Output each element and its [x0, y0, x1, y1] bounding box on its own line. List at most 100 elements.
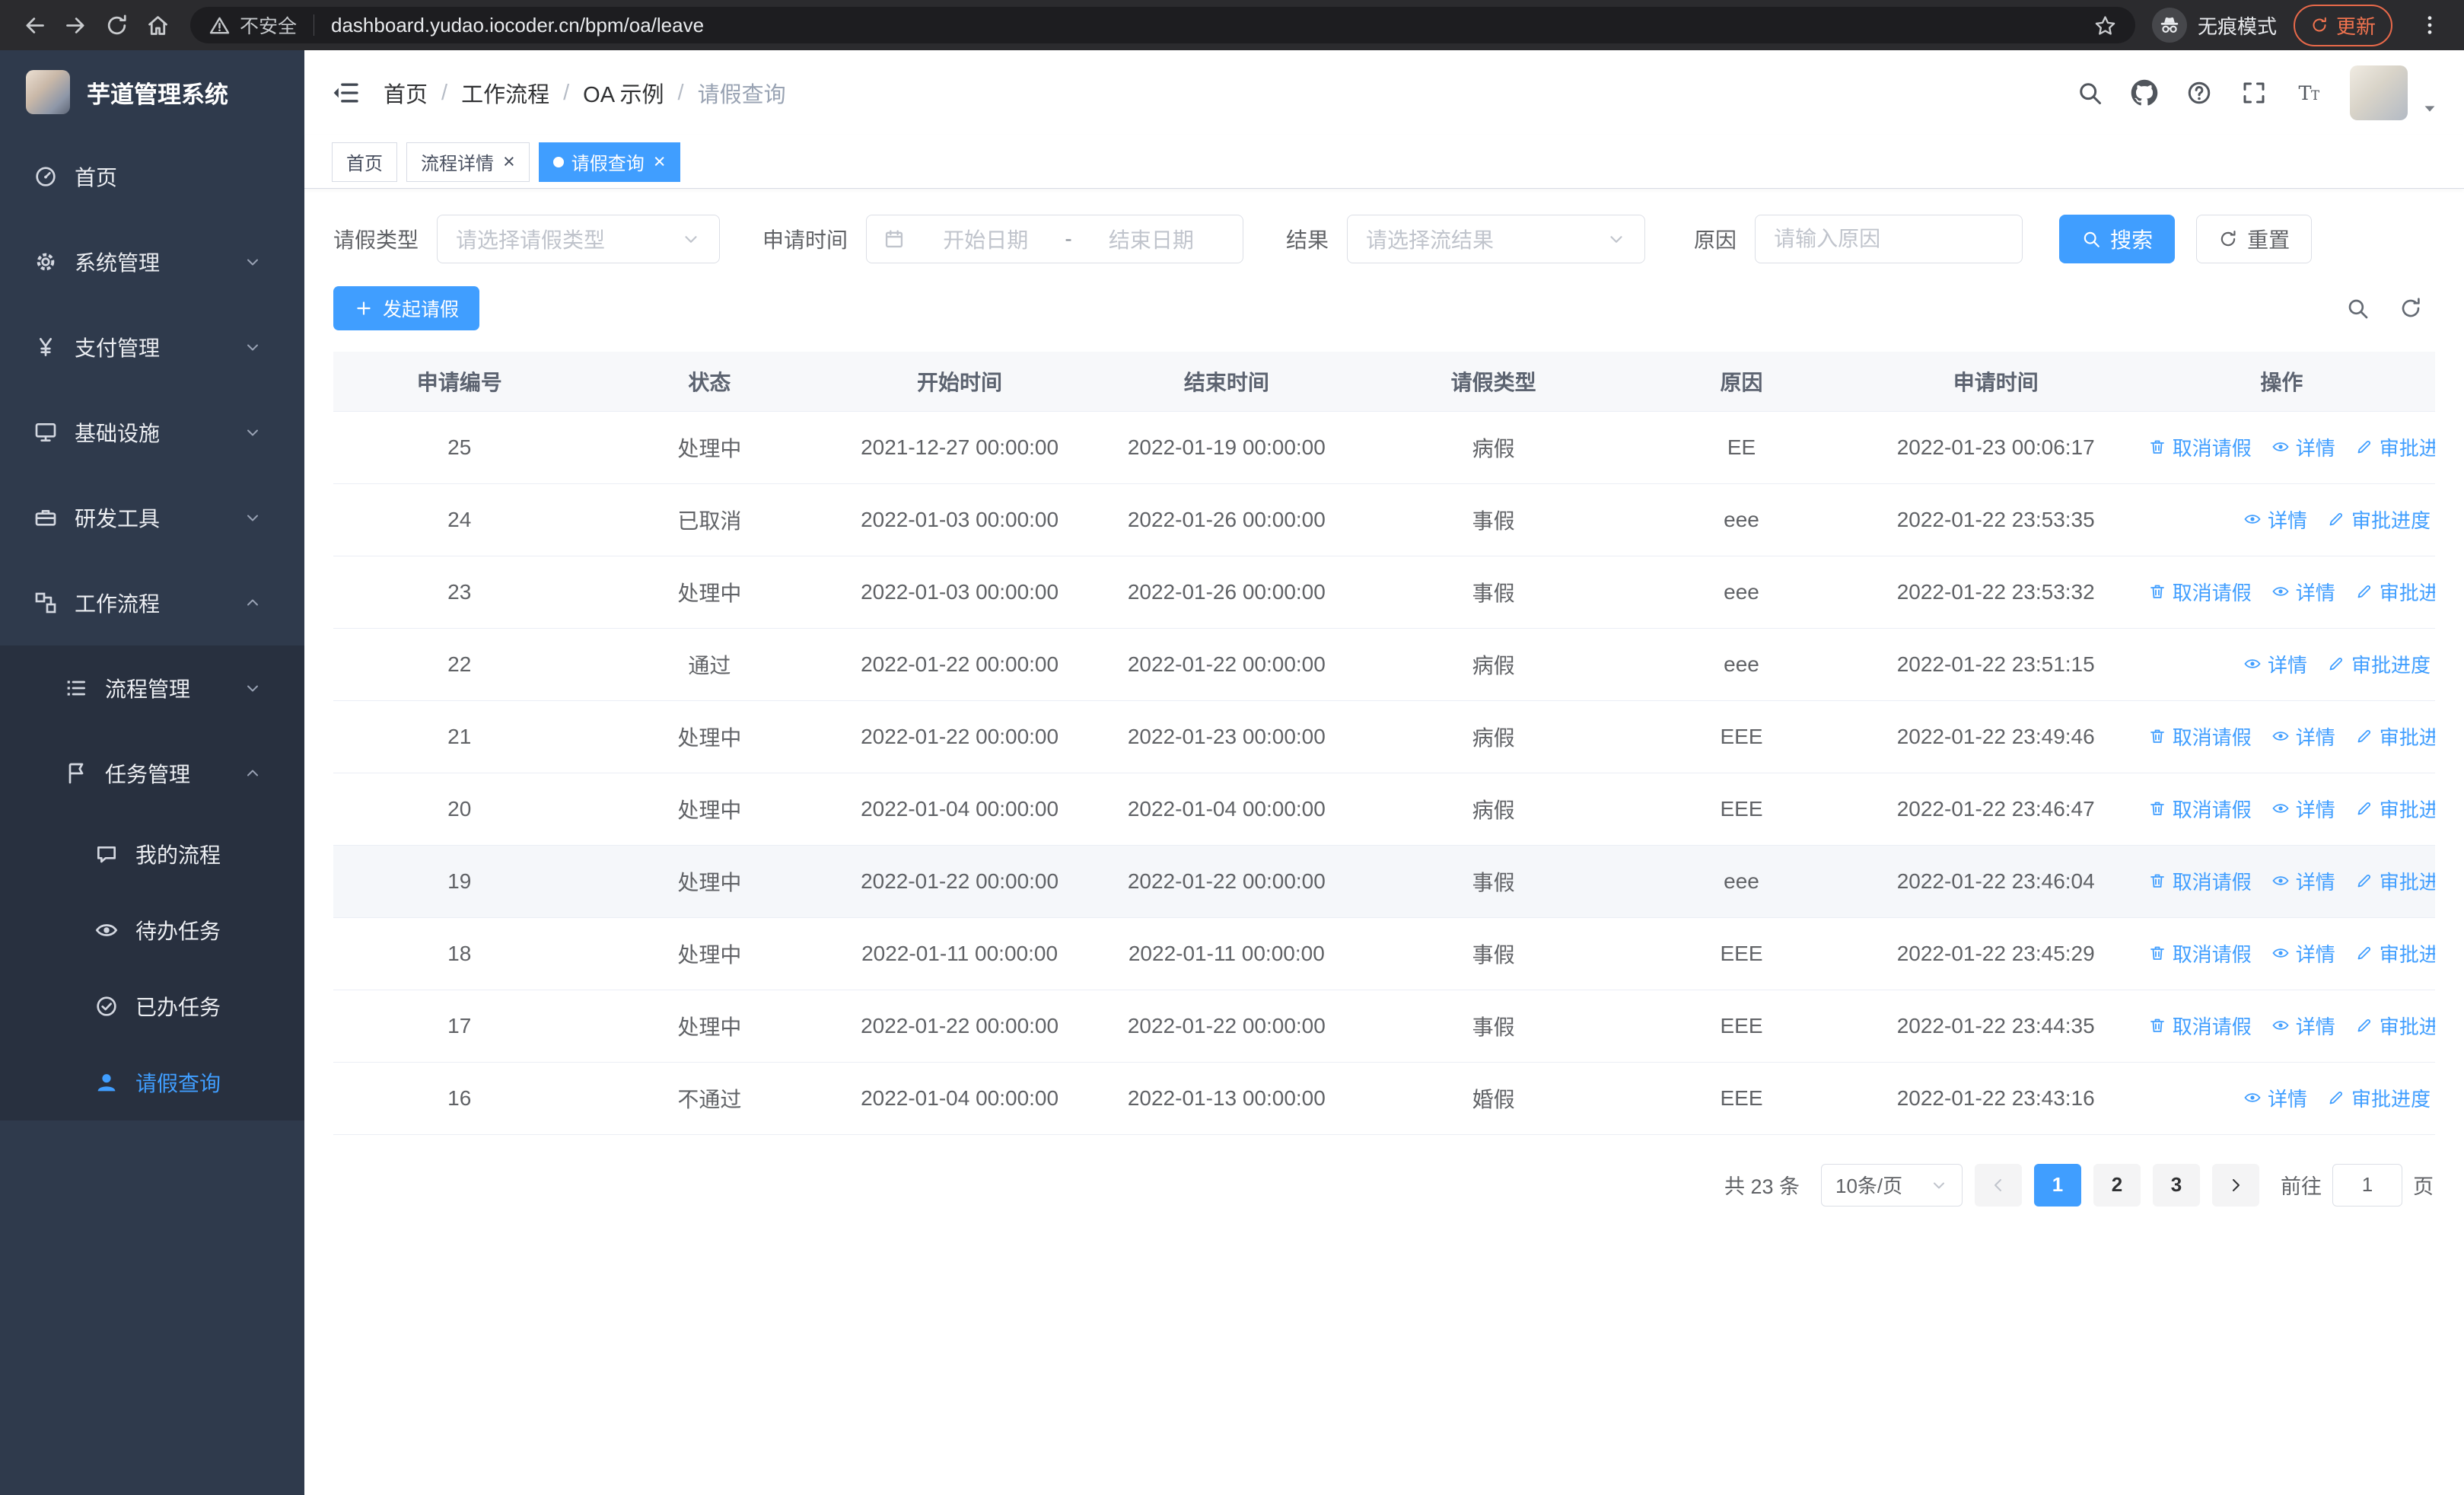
avatar-caret-down-icon[interactable]	[2421, 100, 2438, 117]
cancel-link[interactable]: 取消请假	[2148, 867, 2252, 895]
detail-link[interactable]: 详情	[2271, 867, 2335, 895]
cell-id: 23	[333, 556, 586, 629]
page-button-2[interactable]: 2	[2093, 1163, 2141, 1207]
sidebar-item-done-tasks[interactable]: 已办任务	[0, 968, 304, 1044]
page-button-3[interactable]: 3	[2153, 1163, 2200, 1207]
url-text[interactable]: dashboard.yudao.iocoder.cn/bpm/oa/leave	[331, 14, 2093, 37]
progress-link[interactable]: 审批进度	[2355, 939, 2435, 967]
sidebar-item-leave-query[interactable]: 请假查询	[0, 1044, 304, 1120]
fullscreen-icon[interactable]	[2240, 79, 2268, 107]
chevron-down-icon	[244, 508, 262, 527]
progress-link[interactable]: 审批进度	[2355, 795, 2435, 823]
font-size-icon[interactable]: TT	[2295, 79, 2322, 107]
breadcrumb-item[interactable]: 首页	[384, 77, 428, 109]
tab-close-icon[interactable]: ×	[654, 151, 666, 172]
tab-2[interactable]: 请假查询 ×	[538, 142, 680, 182]
cancel-link[interactable]: 取消请假	[2148, 578, 2252, 606]
detail-link[interactable]: 详情	[2243, 650, 2307, 678]
progress-link[interactable]: 审批进度	[2355, 722, 2435, 751]
cell-id: 19	[333, 845, 586, 918]
action-label: 审批进度	[2379, 942, 2435, 966]
toggle-search-icon[interactable]	[2345, 296, 2370, 320]
table-row: 18 处理中 2022-01-11 00:00:00 2022-01-11 00:00…	[333, 917, 2435, 990]
tab-0[interactable]: 首页	[332, 142, 397, 182]
start-date-placeholder: 开始日期	[943, 228, 1029, 252]
incognito-label: 无痕模式	[2197, 14, 2277, 38]
detail-link[interactable]: 详情	[2271, 795, 2335, 823]
sidebar-item-home[interactable]: 首页	[0, 134, 304, 219]
cancel-link[interactable]: 取消请假	[2148, 722, 2252, 751]
result-select[interactable]: 请选择流结果	[1347, 215, 1646, 263]
sidebar-logo[interactable]: 芋道管理系统	[0, 50, 304, 134]
update-button[interactable]: 更新	[2293, 4, 2392, 46]
address-bar[interactable]: 不安全 dashboard.yudao.iocoder.cn/bpm/oa/le…	[190, 7, 2135, 43]
detail-link[interactable]: 详情	[2271, 578, 2335, 606]
progress-link[interactable]: 审批进度	[2327, 650, 2431, 678]
view-icon	[2243, 1089, 2262, 1107]
sidebar-collapse-icon[interactable]	[330, 78, 361, 108]
cell-apply_time: 2022-01-23 00:06:17	[1863, 411, 2128, 484]
leave-type-select[interactable]: 请选择请假类型	[437, 215, 721, 263]
refresh-table-icon[interactable]	[2399, 296, 2423, 320]
goto-page-input[interactable]	[2332, 1163, 2402, 1207]
progress-link[interactable]: 审批进度	[2355, 1012, 2435, 1040]
browser-back-button[interactable]	[14, 5, 55, 46]
sidebar-item-workflow[interactable]: 工作流程	[0, 560, 304, 645]
detail-link[interactable]: 详情	[2271, 433, 2335, 461]
result-label: 结果	[1286, 228, 1329, 252]
progress-link[interactable]: 审批进度	[2355, 578, 2435, 606]
detail-link[interactable]: 详情	[2243, 1084, 2307, 1112]
user-avatar[interactable]	[2350, 65, 2408, 120]
sidebar-item-task-management[interactable]: 任务管理	[0, 731, 304, 816]
tab-1[interactable]: 流程详情 ×	[406, 142, 530, 182]
page-button-1[interactable]: 1	[2034, 1163, 2081, 1207]
search-icon[interactable]	[2076, 79, 2103, 107]
browser-reload-button[interactable]	[96, 5, 137, 46]
progress-link[interactable]: 审批进度	[2327, 1084, 2431, 1112]
sidebar-item-process-management[interactable]: 流程管理	[0, 645, 304, 731]
sidebar-item-payment[interactable]: 支付管理	[0, 304, 304, 390]
cell-type: 病假	[1367, 628, 1620, 701]
sidebar-item-label: 支付管理	[75, 336, 161, 360]
cell-apply_time: 2022-01-22 23:53:32	[1863, 556, 2128, 629]
cell-actions: 取消请假 详情 审批进度	[2128, 845, 2435, 918]
cancel-link[interactable]: 取消请假	[2148, 795, 2252, 823]
sidebar-item-infrastructure[interactable]: 基础设施	[0, 390, 304, 475]
cancel-link[interactable]: 取消请假	[2148, 433, 2252, 461]
chevron-down-icon	[244, 253, 262, 271]
action-label: 取消请假	[2172, 725, 2252, 749]
create-leave-button[interactable]: 发起请假	[333, 286, 480, 330]
page-size-select[interactable]: 10条/页	[1821, 1163, 1963, 1207]
next-page-button[interactable]	[2212, 1163, 2259, 1207]
cancel-link[interactable]: 取消请假	[2148, 1012, 2252, 1040]
progress-link[interactable]: 审批进度	[2355, 867, 2435, 895]
cancel-link[interactable]: 取消请假	[2148, 939, 2252, 967]
question-icon[interactable]	[2185, 79, 2213, 107]
progress-link[interactable]: 审批进度	[2355, 433, 2435, 461]
sidebar-item-todo-tasks[interactable]: 待办任务	[0, 892, 304, 968]
progress-link[interactable]: 审批进度	[2327, 505, 2431, 534]
detail-link[interactable]: 详情	[2271, 1012, 2335, 1040]
cell-status: 处理中	[585, 990, 834, 1063]
github-icon[interactable]	[2131, 79, 2158, 107]
reason-input[interactable]	[1774, 227, 2004, 251]
browser-forward-button[interactable]	[55, 5, 96, 46]
sidebar-item-devtools[interactable]: 研发工具	[0, 475, 304, 560]
breadcrumb-item[interactable]: OA 示例	[583, 77, 664, 109]
bookmark-star-icon[interactable]	[2093, 14, 2117, 37]
breadcrumb-item[interactable]: 工作流程	[461, 77, 549, 109]
apply-time-range-picker[interactable]: 开始日期 - 结束日期	[866, 215, 1244, 263]
browser-menu-button[interactable]	[2409, 5, 2450, 46]
sidebar-item-my-process[interactable]: 我的流程	[0, 816, 304, 892]
detail-link[interactable]: 详情	[2271, 939, 2335, 967]
sidebar-item-system[interactable]: 系统管理	[0, 219, 304, 304]
search-button[interactable]: 搜索	[2059, 215, 2176, 263]
reset-button[interactable]: 重置	[2196, 215, 2313, 263]
browser-home-button[interactable]	[137, 5, 178, 46]
prev-page-button[interactable]	[1975, 1163, 2022, 1207]
security-label[interactable]: 不安全	[240, 11, 297, 39]
detail-link[interactable]: 详情	[2243, 505, 2307, 534]
detail-link[interactable]: 详情	[2271, 722, 2335, 751]
tab-close-icon[interactable]: ×	[503, 151, 515, 172]
svg-text:T: T	[2299, 82, 2312, 105]
